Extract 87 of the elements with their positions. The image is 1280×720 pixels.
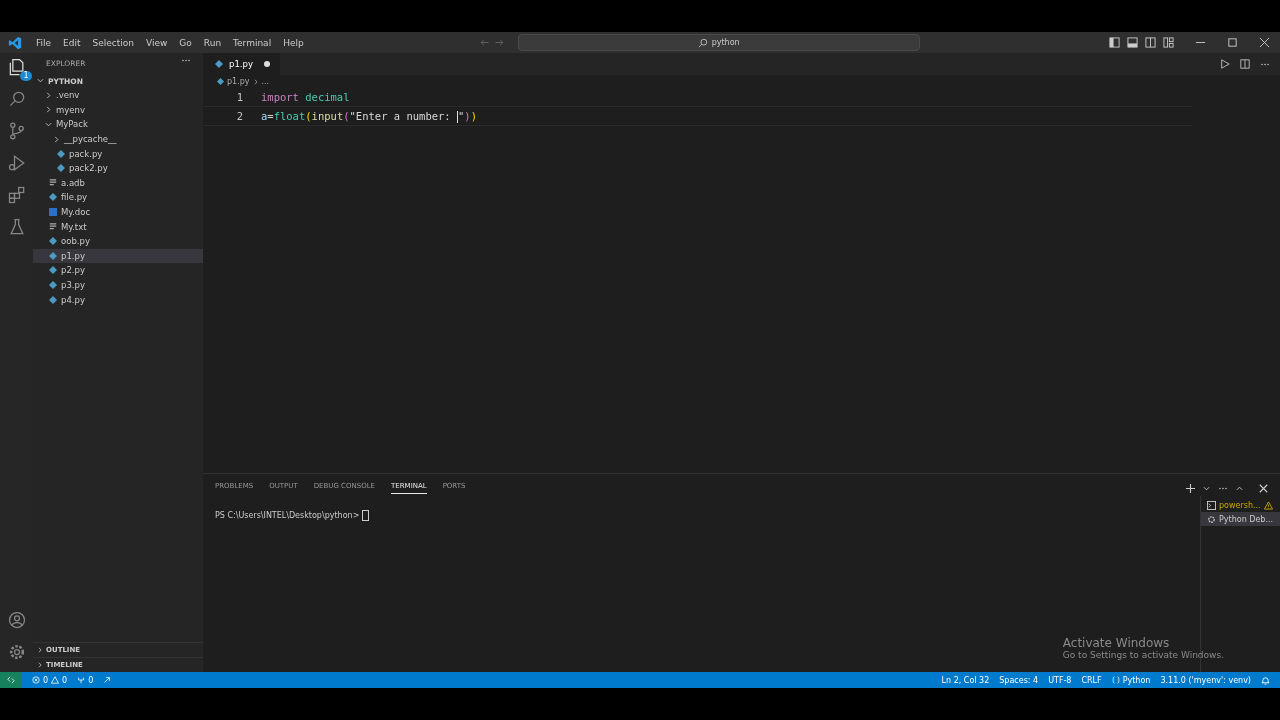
- explorer-entry[interactable]: pack.py: [33, 146, 203, 161]
- status-item[interactable]: 3.11.0 ('myenv': venv): [1160, 675, 1251, 685]
- chevron-right-icon[interactable]: [37, 647, 43, 653]
- run-icon[interactable]: [6, 153, 27, 173]
- python-file-icon: [215, 60, 223, 68]
- python-file-icon: [49, 193, 57, 202]
- activation-text: Go to Settings to activate Windows.: [1062, 650, 1224, 660]
- line-number: 2: [235, 110, 244, 122]
- terminal-icon: [1207, 500, 1216, 510]
- split-editor-icon[interactable]: [1240, 59, 1250, 69]
- terminal-item[interactable]: Python Deb...: [1201, 512, 1280, 526]
- plus-icon[interactable]: [1186, 483, 1195, 493]
- remote-icon: [7, 676, 15, 684]
- account-icon[interactable]: [6, 610, 27, 630]
- notification-badge: 1: [20, 71, 32, 81]
- explorer-entry[interactable]: oob.py: [33, 233, 203, 249]
- layout-icon[interactable]: [1109, 37, 1120, 48]
- share-icon[interactable]: [103, 676, 112, 684]
- explorer-entry[interactable]: p2.py: [33, 263, 203, 278]
- bell-icon[interactable]: [1261, 675, 1270, 685]
- document-file-icon: [49, 208, 57, 217]
- command-center-text: python: [711, 38, 740, 47]
- chevron-down-icon[interactable]: [37, 77, 44, 84]
- explorer-folder[interactable]: myenv: [33, 102, 203, 118]
- chevron-right-icon: [252, 78, 259, 85]
- explorer-entry[interactable]: p3.py: [33, 277, 203, 293]
- terminal-prompt: PS C:\Users\INTEL\Desktop\python>: [215, 511, 360, 520]
- more-actions-icon[interactable]: [1260, 62, 1270, 66]
- line-number: 1: [235, 91, 244, 103]
- braces-icon: [1111, 676, 1120, 684]
- layout-icon[interactable]: [1145, 37, 1156, 48]
- problems-status[interactable]: 0 0: [32, 675, 68, 685]
- explorer-folder[interactable]: __pycache__: [33, 131, 203, 147]
- maximize-icon[interactable]: [1227, 37, 1238, 48]
- status-item[interactable]: Spaces: 4: [999, 675, 1039, 685]
- menu-item[interactable]: View: [140, 37, 174, 48]
- breadcrumb-item[interactable]: p1.py: [227, 77, 250, 86]
- explorer-folder[interactable]: .venv: [33, 88, 203, 103]
- search-icon: [697, 37, 708, 48]
- close-icon[interactable]: [1259, 37, 1270, 48]
- explorer-entry[interactable]: My.doc: [33, 204, 203, 220]
- status-item[interactable]: CRLF: [1081, 675, 1102, 685]
- menu-item[interactable]: Terminal: [227, 37, 278, 48]
- customize-layout-icon[interactable]: [1163, 37, 1174, 48]
- text-file-icon: [49, 222, 57, 231]
- explorer-entry[interactable]: p1.py: [33, 248, 203, 264]
- close-icon[interactable]: [1259, 483, 1268, 493]
- activation-title: Activate Windows: [1062, 636, 1171, 650]
- explorer-entry[interactable]: My.txt: [33, 219, 203, 234]
- explorer-entry[interactable]: file.py: [33, 190, 203, 205]
- menu-item[interactable]: Selection: [86, 37, 140, 48]
- terminal-cursor: [361, 510, 369, 521]
- python-file-icon: [217, 78, 224, 85]
- status-item[interactable]: Ln 2, Col 32: [941, 675, 990, 685]
- command-center[interactable]: python: [517, 34, 920, 51]
- explorer-entry[interactable]: a.adb: [33, 175, 203, 191]
- breadcrumb-item[interactable]: ...: [261, 77, 270, 86]
- extensions-icon[interactable]: [6, 185, 27, 205]
- run-icon[interactable]: [1220, 59, 1230, 69]
- editor-tab[interactable]: p1.py: [203, 53, 280, 75]
- chevron-right-icon[interactable]: [37, 662, 43, 668]
- more-actions-icon[interactable]: [181, 59, 191, 62]
- warning-icon: [1263, 500, 1273, 510]
- code-line: import decimal: [261, 91, 350, 103]
- language-status[interactable]: Python: [1111, 675, 1151, 685]
- error-icon: [32, 676, 40, 684]
- code-line: a=float(input("Enter a number: ")): [261, 109, 477, 123]
- warning-icon: [51, 676, 60, 684]
- layout-icon[interactable]: [1127, 37, 1138, 48]
- explorer-folder[interactable]: MyPack: [33, 117, 203, 132]
- ports-status[interactable]: 0: [77, 675, 94, 685]
- caret-icon[interactable]: [1203, 484, 1210, 492]
- explorer-entry[interactable]: pack2.py: [33, 160, 203, 176]
- terminal-item[interactable]: powersh...: [1201, 498, 1280, 512]
- menu-item[interactable]: File: [30, 37, 58, 48]
- menu-item[interactable]: Help: [277, 37, 310, 48]
- explorer-entry[interactable]: p4.py: [33, 292, 203, 307]
- gear-icon: [1207, 514, 1216, 524]
- menu-item[interactable]: Go: [173, 37, 198, 48]
- menu-item[interactable]: Edit: [57, 37, 87, 48]
- more-actions-icon[interactable]: [1218, 486, 1228, 490]
- vscode-logo-icon: [8, 35, 22, 50]
- text-file-icon: [49, 178, 57, 187]
- menu-item[interactable]: Run: [197, 37, 228, 48]
- port-icon: [77, 676, 86, 684]
- chevron-up-icon[interactable]: [1236, 484, 1243, 492]
- status-item[interactable]: UTF-8: [1048, 675, 1072, 685]
